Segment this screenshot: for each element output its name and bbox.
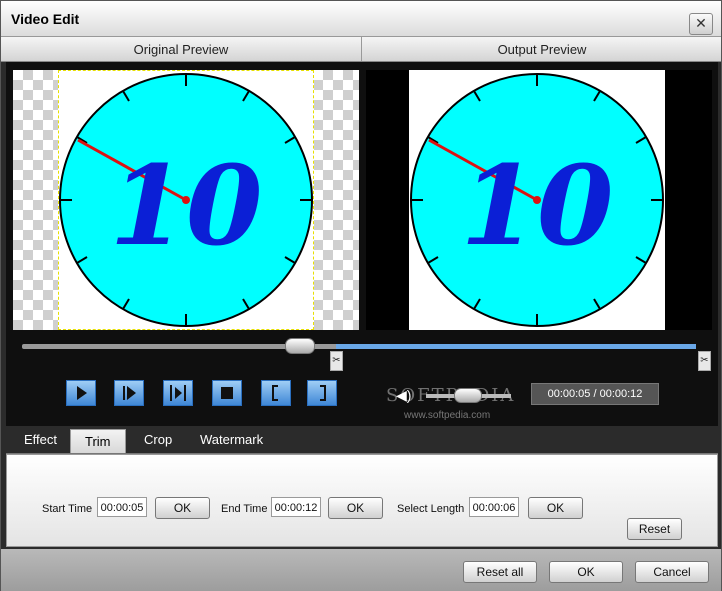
next-frame-icon — [123, 386, 136, 400]
clock-digits: 10 — [109, 141, 262, 270]
close-button[interactable]: ✕ — [689, 13, 713, 35]
end-time-field[interactable]: 00:00:12 — [271, 497, 321, 517]
frame-step-button[interactable] — [163, 380, 193, 406]
select-length-label: Select Length — [397, 503, 465, 515]
video-edit-window: Video Edit ✕ Original Preview Output Pre… — [0, 0, 722, 591]
window-title: Video Edit — [11, 11, 80, 27]
stop-icon — [221, 387, 233, 399]
dialog-footer: Reset all OK Cancel — [1, 549, 721, 591]
original-preview-pane: 10 — [13, 70, 359, 330]
start-marker-icon[interactable]: ✂ — [330, 351, 343, 371]
select-length-field[interactable]: 00:00:06 — [469, 497, 519, 517]
output-preview-label: Output Preview — [497, 42, 587, 57]
clock-digits: 10 — [460, 141, 613, 270]
ok-button[interactable]: OK — [549, 561, 623, 583]
play-button[interactable] — [66, 380, 96, 406]
original-preview-label: Original Preview — [133, 42, 229, 57]
length-ok-button[interactable]: OK — [528, 497, 583, 519]
next-frame-button[interactable] — [114, 380, 144, 406]
timeline-selection — [336, 344, 696, 349]
start-ok-button[interactable]: OK — [155, 497, 210, 519]
trim-panel: Start Time 00:00:05 OK End Time 00:00:12… — [6, 454, 718, 547]
output-preview-pane: 10 — [366, 70, 712, 330]
clock-image-original: 10 — [59, 73, 313, 327]
clock-image-output: 10 — [410, 73, 664, 327]
tab-watermark[interactable]: Watermark — [200, 432, 263, 447]
end-marker-icon[interactable]: ✂ — [698, 351, 711, 371]
volume-icon[interactable]: ◀) — [396, 387, 411, 404]
frame-step-icon — [170, 385, 186, 401]
tab-crop[interactable]: Crop — [144, 432, 172, 447]
cancel-button[interactable]: Cancel — [635, 561, 709, 583]
end-time-label: End Time — [221, 503, 268, 515]
volume-thumb[interactable] — [454, 388, 482, 403]
preview-header: Original Preview Output Preview — [1, 37, 721, 62]
end-ok-button[interactable]: OK — [328, 497, 383, 519]
bracket-right-icon — [320, 385, 326, 401]
set-end-button[interactable] — [307, 380, 337, 406]
tab-trim[interactable]: Trim — [70, 429, 126, 453]
play-icon — [77, 386, 87, 400]
start-time-field[interactable]: 00:00:05 — [97, 497, 147, 517]
set-start-button[interactable] — [261, 380, 291, 406]
bracket-left-icon — [272, 385, 278, 401]
stop-button[interactable] — [212, 380, 242, 406]
watermark-url: www.softpedia.com — [404, 410, 491, 421]
reset-all-button[interactable]: Reset all — [463, 561, 537, 583]
time-display: 00:00:05 / 00:00:12 — [531, 383, 659, 405]
start-time-label: Start Time — [42, 503, 93, 515]
tab-bar: Effect Trim Crop Watermark — [6, 426, 718, 454]
timeline-thumb[interactable] — [285, 338, 315, 354]
reset-button[interactable]: Reset — [627, 518, 682, 540]
title-bar: Video Edit ✕ — [1, 1, 721, 37]
tab-effect[interactable]: Effect — [24, 432, 57, 447]
preview-stage: 10 10 ✂ ✂ SOFTPEDIA www.softpedia.com ◀)… — [6, 62, 718, 426]
